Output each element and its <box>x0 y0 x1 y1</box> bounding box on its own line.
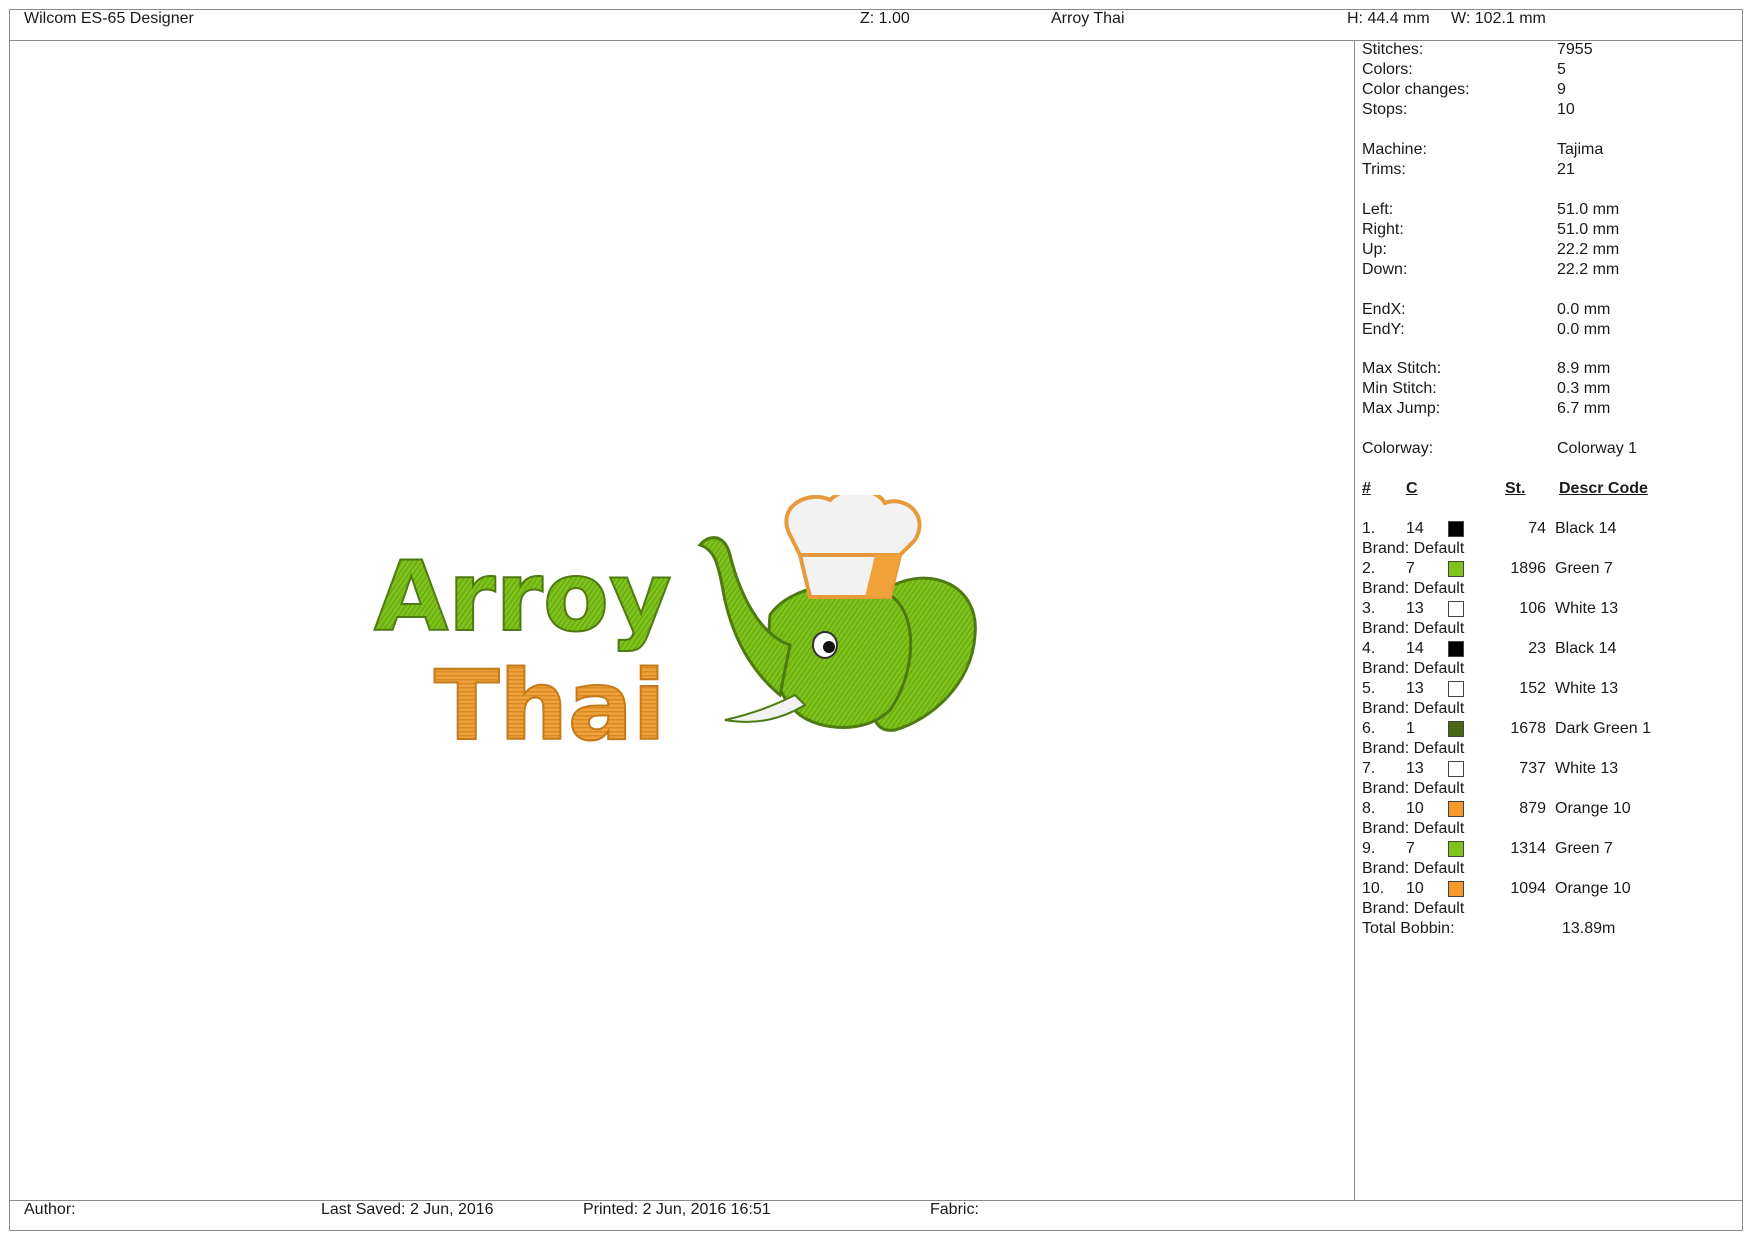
color-row: 6. 1 1678 Dark Green 1 Brand: Default <box>1362 720 1652 757</box>
stat-row: Stops: 10 <box>1362 101 1575 118</box>
design-width: W: 102.1 mm <box>1451 10 1546 27</box>
col-header-stitches: St. <box>1505 480 1526 497</box>
color-row: 10. 10 1094 Orange 10 Brand: Default <box>1362 880 1631 917</box>
color-swatch <box>1448 881 1464 897</box>
color-row: 8. 10 879 Orange 10 Brand: Default <box>1362 800 1631 837</box>
stat-row: Min Stitch: 0.3 mm <box>1362 380 1611 397</box>
stat-row: Down: 22.2 mm <box>1362 261 1620 278</box>
elephant-pupil <box>823 641 835 653</box>
stat-row: Colors: 5 <box>1362 61 1566 78</box>
design-name: Arroy Thai <box>1051 10 1125 27</box>
logo-word-arroy: Arroy <box>374 541 672 653</box>
color-row: 5. 13 152 White 13 Brand: Default <box>1362 680 1619 717</box>
color-swatch <box>1448 721 1464 737</box>
info-panel-divider <box>1354 40 1355 1200</box>
col-header-code: C <box>1406 480 1418 497</box>
color-swatch <box>1448 641 1464 657</box>
arroy-thai-logo: Arroy Thai <box>373 487 977 763</box>
color-row: 2. 7 1896 Green 7 Brand: Default <box>1362 560 1613 597</box>
app-title: Wilcom ES-65 Designer <box>24 10 194 27</box>
color-row: 7. 13 737 White 13 Brand: Default <box>1362 760 1619 797</box>
color-row: 3. 13 106 White 13 Brand: Default <box>1362 600 1619 637</box>
footer-divider <box>9 1200 1743 1201</box>
stat-row: Up: 22.2 mm <box>1362 241 1620 258</box>
chef-hat-top <box>784 487 922 557</box>
color-row: 9. 7 1314 Green 7 Brand: Default <box>1362 840 1613 877</box>
stat-row: Colorway: Colorway 1 <box>1362 440 1638 457</box>
fabric-label: Fabric: <box>930 1201 979 1218</box>
stat-row: Right: 51.0 mm <box>1362 221 1620 238</box>
stat-row: Stitches: 7955 <box>1362 41 1593 58</box>
color-swatch <box>1448 521 1464 537</box>
design-height: H: 44.4 mm <box>1347 10 1430 27</box>
stat-row: EndX: 0.0 mm <box>1362 301 1611 318</box>
stat-row: Max Jump: 6.7 mm <box>1362 400 1611 417</box>
stat-row: Machine: Tajima <box>1362 141 1604 158</box>
color-swatch <box>1448 561 1464 577</box>
color-swatch <box>1448 801 1464 817</box>
stat-row: Max Stitch: 8.9 mm <box>1362 360 1611 377</box>
color-swatch <box>1448 761 1464 777</box>
author-label: Author: <box>24 1201 76 1218</box>
logo-word-thai: Thai <box>434 650 666 755</box>
color-row: 4. 14 23 Black 14 Brand: Default <box>1362 640 1617 677</box>
last-saved: Last Saved: 2 Jun, 2016 <box>321 1201 494 1218</box>
stat-row: Trims: 21 <box>1362 161 1575 178</box>
color-row: 1. 14 74 Black 14 Brand: Default <box>1362 520 1617 557</box>
col-header-descr: Descr Code <box>1559 480 1648 497</box>
stat-row: Color changes: 9 <box>1362 81 1566 98</box>
embroidery-design: Arroy Thai <box>370 487 990 763</box>
col-header-num: # <box>1362 480 1371 497</box>
zoom-readout: Z: 1.00 <box>860 10 910 27</box>
elephant-tusk <box>724 693 807 723</box>
color-swatch <box>1448 841 1464 857</box>
color-swatch <box>1448 681 1464 697</box>
stat-row: EndY: 0.0 mm <box>1362 321 1611 338</box>
color-swatch <box>1448 601 1464 617</box>
total-bobbin-row: Total Bobbin: 13.89m <box>1362 920 1616 937</box>
stat-row: Left: 51.0 mm <box>1362 201 1620 218</box>
printed-date: Printed: 2 Jun, 2016 16:51 <box>583 1201 771 1218</box>
